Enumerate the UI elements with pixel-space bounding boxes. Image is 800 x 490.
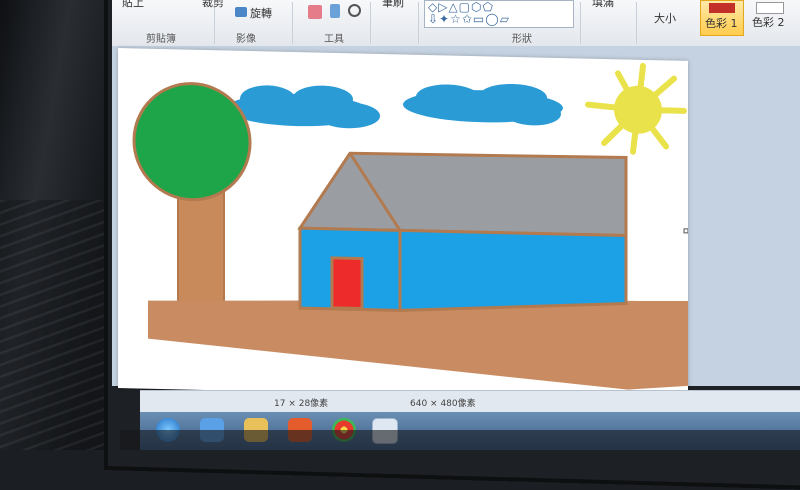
ribbon-separator xyxy=(580,2,581,44)
drawing-canvas[interactable] xyxy=(118,48,689,401)
tree-trunk xyxy=(177,188,225,312)
ribbon-separator xyxy=(292,2,293,44)
magnifier-icon[interactable] xyxy=(348,4,361,17)
rotate-icon xyxy=(235,7,247,17)
ribbon-toolbar: 貼上 剪貼簿 裁剪 旋轉 影像 工具 筆刷 ◇▷△▢⬡⬠ ⇩✦☆✩▭◯▱ 形狀 … xyxy=(112,0,800,47)
shapes-gallery[interactable]: ◇▷△▢⬡⬠ ⇩✦☆✩▭◯▱ xyxy=(424,0,574,28)
color2-button[interactable]: 色彩 2 xyxy=(748,0,792,34)
door xyxy=(330,256,364,311)
color-picker-icon[interactable] xyxy=(330,4,340,18)
group-clipboard-label: 剪貼簿 xyxy=(146,34,176,45)
color1-button[interactable]: 色彩 1 xyxy=(700,0,744,36)
tree-crown xyxy=(132,82,252,202)
shapes-row: ⇩✦☆✩▭◯▱ xyxy=(428,12,510,26)
paste-button[interactable]: 貼上 xyxy=(122,0,144,10)
cursor-position: 17 × 28像素 xyxy=(274,399,329,409)
ribbon-separator xyxy=(418,2,419,44)
cloud-right xyxy=(403,83,563,126)
fill-button[interactable]: 填滿 xyxy=(592,0,614,10)
roof xyxy=(297,151,628,238)
canvas-size: 640 × 480像素 xyxy=(410,399,476,409)
cloud-left xyxy=(226,85,380,129)
status-bar: 17 × 28像素 640 × 480像素 xyxy=(140,390,800,413)
monitor-bezel xyxy=(120,430,800,450)
rotate-button[interactable]: 旋轉 xyxy=(250,5,272,21)
color1-label: 色彩 1 xyxy=(705,17,738,30)
color2-swatch xyxy=(756,2,784,14)
ribbon-separator xyxy=(370,2,371,44)
size-button[interactable]: 大小 xyxy=(654,10,676,26)
house-side-wall xyxy=(398,228,628,312)
sun xyxy=(585,62,687,155)
canvas-resize-handle[interactable] xyxy=(683,228,689,234)
eraser-icon[interactable] xyxy=(308,5,322,19)
crop-button[interactable]: 裁剪 xyxy=(202,0,224,10)
color1-swatch xyxy=(709,3,735,13)
brushes-button[interactable]: 筆刷 xyxy=(382,0,404,10)
group-shapes-label: 形狀 xyxy=(512,34,532,45)
group-tools-label: 工具 xyxy=(324,34,344,45)
house-drawing xyxy=(132,62,689,390)
group-image-label: 影像 xyxy=(236,34,256,45)
color2-label: 色彩 2 xyxy=(752,16,785,29)
ribbon-separator xyxy=(636,2,637,44)
